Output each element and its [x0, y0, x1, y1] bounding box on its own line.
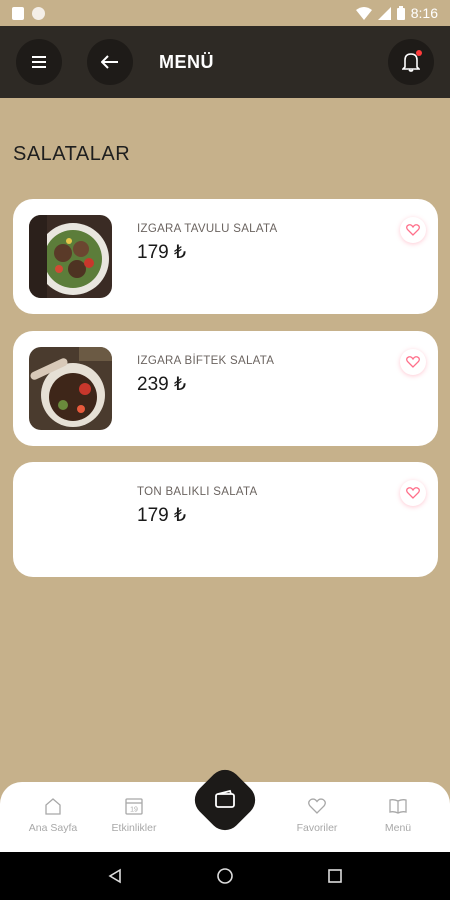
- favorite-button[interactable]: [400, 217, 426, 243]
- food-photo: [29, 215, 112, 298]
- menu-item-card[interactable]: IZGARA TAVULU SALATA 179 ₺: [13, 199, 438, 314]
- nav-menu-label: Menü: [384, 822, 412, 834]
- system-navigation-bar: [0, 852, 450, 900]
- item-name: IZGARA TAVULU SALATA: [137, 223, 278, 235]
- notification-badge: [416, 50, 422, 56]
- heart-icon: [308, 798, 326, 814]
- menu-item-card[interactable]: TON BALIKLI SALATA 179 ₺: [13, 462, 438, 577]
- calendar-day: 19: [130, 807, 138, 814]
- favorite-button[interactable]: [400, 349, 426, 375]
- back-button[interactable]: [87, 39, 133, 85]
- item-name: IZGARA BİFTEK SALATA: [137, 355, 275, 367]
- nav-events[interactable]: 19 Etkinlikler: [89, 796, 179, 834]
- notification-icon: [32, 6, 45, 20]
- wifi-icon: [355, 6, 372, 20]
- heart-icon: [406, 356, 420, 368]
- arrow-left-icon: [101, 55, 118, 69]
- nav-menu[interactable]: Menü: [353, 796, 443, 834]
- notifications-button[interactable]: [388, 39, 434, 85]
- heart-icon: [406, 487, 420, 499]
- hamburger-icon: [32, 56, 46, 68]
- signal-icon: [377, 6, 391, 20]
- book-icon: [389, 799, 407, 814]
- menu-button[interactable]: [16, 39, 62, 85]
- wallet-icon: [215, 789, 235, 808]
- page-title: MENÜ: [159, 51, 214, 72]
- recents-square-icon[interactable]: [327, 868, 343, 884]
- nav-home-label: Ana Sayfa: [28, 822, 78, 834]
- nav-favorites[interactable]: Favoriler: [272, 796, 362, 834]
- item-name: TON BALIKLI SALATA: [137, 486, 258, 498]
- heart-icon: [406, 224, 420, 236]
- nav-events-label: Etkinlikler: [111, 822, 157, 834]
- calendar-icon: 19: [125, 798, 143, 815]
- item-price: 179 ₺: [137, 505, 187, 526]
- item-price: 239 ₺: [137, 374, 187, 395]
- favorite-button[interactable]: [400, 480, 426, 506]
- nav-home[interactable]: Ana Sayfa: [8, 796, 98, 834]
- status-bar: 8:16: [0, 0, 450, 26]
- home-circle-icon[interactable]: [216, 867, 234, 885]
- food-photo: [29, 347, 112, 430]
- clock: 8:16: [410, 5, 438, 21]
- home-icon: [45, 798, 61, 815]
- nav-favorites-label: Favoriler: [296, 822, 338, 834]
- item-price: 179 ₺: [137, 242, 187, 263]
- back-triangle-icon[interactable]: [107, 868, 123, 884]
- sim-card-icon: [12, 6, 24, 20]
- app-bar: MENÜ: [0, 26, 450, 98]
- wallet-button[interactable]: [188, 763, 262, 837]
- battery-icon: [396, 6, 405, 20]
- section-title: SALATALAR: [13, 143, 131, 165]
- menu-item-card[interactable]: IZGARA BİFTEK SALATA 239 ₺: [13, 331, 438, 446]
